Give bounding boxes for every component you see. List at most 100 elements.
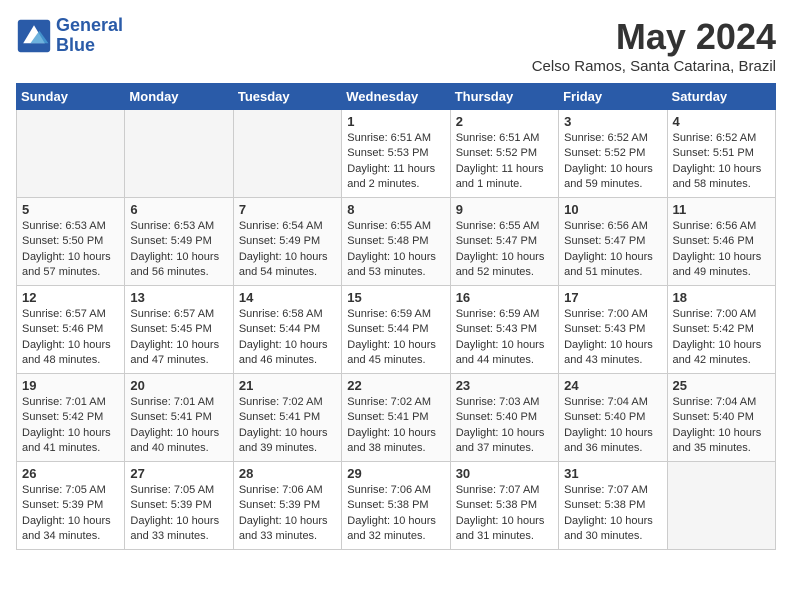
calendar-day-cell: 9 Sunrise: 6:55 AMSunset: 5:47 PMDayligh… xyxy=(450,198,558,286)
calendar-day-cell: 29 Sunrise: 7:06 AMSunset: 5:38 PMDaylig… xyxy=(342,462,450,550)
weekday-header-cell: Monday xyxy=(125,84,233,110)
day-info: Sunrise: 6:59 AMSunset: 5:44 PMDaylight:… xyxy=(347,307,444,369)
weekday-header-cell: Tuesday xyxy=(233,84,341,110)
day-info: Sunrise: 6:51 AMSunset: 5:53 PMDaylight:… xyxy=(347,131,444,193)
weekday-header-cell: Saturday xyxy=(667,84,775,110)
day-number: 2 xyxy=(456,114,553,129)
day-number: 19 xyxy=(22,378,119,393)
calendar-day-cell: 4 Sunrise: 6:52 AMSunset: 5:51 PMDayligh… xyxy=(667,110,775,198)
location-title: Celso Ramos, Santa Catarina, Brazil xyxy=(532,58,776,75)
day-number: 31 xyxy=(564,466,661,481)
calendar-day-cell: 19 Sunrise: 7:01 AMSunset: 5:42 PMDaylig… xyxy=(17,374,125,462)
calendar-day-cell xyxy=(667,462,775,550)
calendar-week-row: 1 Sunrise: 6:51 AMSunset: 5:53 PMDayligh… xyxy=(17,110,776,198)
calendar-day-cell: 22 Sunrise: 7:02 AMSunset: 5:41 PMDaylig… xyxy=(342,374,450,462)
day-number: 16 xyxy=(456,290,553,305)
calendar-day-cell: 8 Sunrise: 6:55 AMSunset: 5:48 PMDayligh… xyxy=(342,198,450,286)
calendar-table: SundayMondayTuesdayWednesdayThursdayFrid… xyxy=(16,83,776,550)
calendar-day-cell: 14 Sunrise: 6:58 AMSunset: 5:44 PMDaylig… xyxy=(233,286,341,374)
calendar-day-cell: 5 Sunrise: 6:53 AMSunset: 5:50 PMDayligh… xyxy=(17,198,125,286)
calendar-body: 1 Sunrise: 6:51 AMSunset: 5:53 PMDayligh… xyxy=(17,110,776,550)
logo-text: General Blue xyxy=(56,16,123,56)
day-info: Sunrise: 7:00 AMSunset: 5:42 PMDaylight:… xyxy=(673,307,770,369)
calendar-day-cell: 27 Sunrise: 7:05 AMSunset: 5:39 PMDaylig… xyxy=(125,462,233,550)
day-number: 14 xyxy=(239,290,336,305)
day-info: Sunrise: 7:04 AMSunset: 5:40 PMDaylight:… xyxy=(564,395,661,457)
day-number: 30 xyxy=(456,466,553,481)
day-number: 12 xyxy=(22,290,119,305)
calendar-day-cell: 25 Sunrise: 7:04 AMSunset: 5:40 PMDaylig… xyxy=(667,374,775,462)
day-number: 6 xyxy=(130,202,227,217)
day-number: 28 xyxy=(239,466,336,481)
weekday-header-cell: Sunday xyxy=(17,84,125,110)
day-number: 26 xyxy=(22,466,119,481)
day-number: 17 xyxy=(564,290,661,305)
calendar-day-cell: 12 Sunrise: 6:57 AMSunset: 5:46 PMDaylig… xyxy=(17,286,125,374)
calendar-day-cell: 21 Sunrise: 7:02 AMSunset: 5:41 PMDaylig… xyxy=(233,374,341,462)
calendar-week-row: 26 Sunrise: 7:05 AMSunset: 5:39 PMDaylig… xyxy=(17,462,776,550)
day-number: 23 xyxy=(456,378,553,393)
calendar-week-row: 12 Sunrise: 6:57 AMSunset: 5:46 PMDaylig… xyxy=(17,286,776,374)
calendar-week-row: 19 Sunrise: 7:01 AMSunset: 5:42 PMDaylig… xyxy=(17,374,776,462)
calendar-day-cell xyxy=(233,110,341,198)
day-info: Sunrise: 6:56 AMSunset: 5:46 PMDaylight:… xyxy=(673,219,770,281)
day-number: 1 xyxy=(347,114,444,129)
day-info: Sunrise: 6:52 AMSunset: 5:51 PMDaylight:… xyxy=(673,131,770,193)
calendar-week-row: 5 Sunrise: 6:53 AMSunset: 5:50 PMDayligh… xyxy=(17,198,776,286)
day-info: Sunrise: 7:07 AMSunset: 5:38 PMDaylight:… xyxy=(456,483,553,545)
day-info: Sunrise: 6:57 AMSunset: 5:46 PMDaylight:… xyxy=(22,307,119,369)
day-info: Sunrise: 7:07 AMSunset: 5:38 PMDaylight:… xyxy=(564,483,661,545)
day-number: 7 xyxy=(239,202,336,217)
day-number: 15 xyxy=(347,290,444,305)
calendar-day-cell: 26 Sunrise: 7:05 AMSunset: 5:39 PMDaylig… xyxy=(17,462,125,550)
day-info: Sunrise: 6:57 AMSunset: 5:45 PMDaylight:… xyxy=(130,307,227,369)
calendar-day-cell xyxy=(125,110,233,198)
calendar-day-cell: 7 Sunrise: 6:54 AMSunset: 5:49 PMDayligh… xyxy=(233,198,341,286)
logo-icon xyxy=(16,18,52,54)
calendar-day-cell: 28 Sunrise: 7:06 AMSunset: 5:39 PMDaylig… xyxy=(233,462,341,550)
day-info: Sunrise: 7:05 AMSunset: 5:39 PMDaylight:… xyxy=(22,483,119,545)
day-info: Sunrise: 7:01 AMSunset: 5:42 PMDaylight:… xyxy=(22,395,119,457)
calendar-day-cell: 6 Sunrise: 6:53 AMSunset: 5:49 PMDayligh… xyxy=(125,198,233,286)
day-info: Sunrise: 7:03 AMSunset: 5:40 PMDaylight:… xyxy=(456,395,553,457)
weekday-header-cell: Thursday xyxy=(450,84,558,110)
header: General Blue May 2024 Celso Ramos, Santa… xyxy=(16,16,776,75)
day-info: Sunrise: 7:02 AMSunset: 5:41 PMDaylight:… xyxy=(347,395,444,457)
day-number: 5 xyxy=(22,202,119,217)
day-info: Sunrise: 6:54 AMSunset: 5:49 PMDaylight:… xyxy=(239,219,336,281)
day-info: Sunrise: 6:55 AMSunset: 5:47 PMDaylight:… xyxy=(456,219,553,281)
day-number: 25 xyxy=(673,378,770,393)
day-number: 3 xyxy=(564,114,661,129)
day-info: Sunrise: 7:06 AMSunset: 5:38 PMDaylight:… xyxy=(347,483,444,545)
day-number: 22 xyxy=(347,378,444,393)
title-area: May 2024 Celso Ramos, Santa Catarina, Br… xyxy=(532,16,776,75)
weekday-header-row: SundayMondayTuesdayWednesdayThursdayFrid… xyxy=(17,84,776,110)
day-info: Sunrise: 7:00 AMSunset: 5:43 PMDaylight:… xyxy=(564,307,661,369)
calendar-day-cell: 11 Sunrise: 6:56 AMSunset: 5:46 PMDaylig… xyxy=(667,198,775,286)
day-info: Sunrise: 7:06 AMSunset: 5:39 PMDaylight:… xyxy=(239,483,336,545)
day-info: Sunrise: 7:05 AMSunset: 5:39 PMDaylight:… xyxy=(130,483,227,545)
day-number: 21 xyxy=(239,378,336,393)
calendar-day-cell: 18 Sunrise: 7:00 AMSunset: 5:42 PMDaylig… xyxy=(667,286,775,374)
month-title: May 2024 xyxy=(532,16,776,58)
day-number: 8 xyxy=(347,202,444,217)
day-info: Sunrise: 6:53 AMSunset: 5:49 PMDaylight:… xyxy=(130,219,227,281)
calendar-day-cell: 16 Sunrise: 6:59 AMSunset: 5:43 PMDaylig… xyxy=(450,286,558,374)
day-info: Sunrise: 6:52 AMSunset: 5:52 PMDaylight:… xyxy=(564,131,661,193)
logo: General Blue xyxy=(16,16,123,56)
day-number: 20 xyxy=(130,378,227,393)
day-info: Sunrise: 6:59 AMSunset: 5:43 PMDaylight:… xyxy=(456,307,553,369)
day-info: Sunrise: 7:04 AMSunset: 5:40 PMDaylight:… xyxy=(673,395,770,457)
calendar-day-cell: 20 Sunrise: 7:01 AMSunset: 5:41 PMDaylig… xyxy=(125,374,233,462)
day-number: 24 xyxy=(564,378,661,393)
day-info: Sunrise: 6:55 AMSunset: 5:48 PMDaylight:… xyxy=(347,219,444,281)
day-number: 18 xyxy=(673,290,770,305)
day-number: 29 xyxy=(347,466,444,481)
day-info: Sunrise: 6:58 AMSunset: 5:44 PMDaylight:… xyxy=(239,307,336,369)
day-number: 27 xyxy=(130,466,227,481)
calendar-day-cell: 15 Sunrise: 6:59 AMSunset: 5:44 PMDaylig… xyxy=(342,286,450,374)
calendar-day-cell: 13 Sunrise: 6:57 AMSunset: 5:45 PMDaylig… xyxy=(125,286,233,374)
calendar-day-cell: 17 Sunrise: 7:00 AMSunset: 5:43 PMDaylig… xyxy=(559,286,667,374)
day-number: 10 xyxy=(564,202,661,217)
day-number: 11 xyxy=(673,202,770,217)
